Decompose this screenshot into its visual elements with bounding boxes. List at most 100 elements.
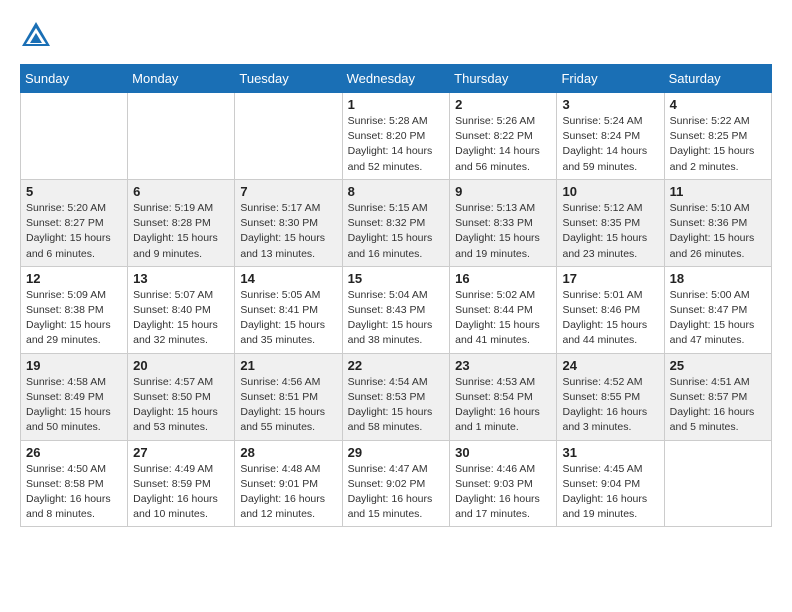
calendar-week-row: 26Sunrise: 4:50 AMSunset: 8:58 PMDayligh… <box>21 440 772 527</box>
calendar-cell: 28 Sunrise: 4:48 AMSunset: 9:01 PMDayligh… <box>235 440 342 527</box>
day-number: 27 <box>133 445 229 460</box>
weekday-header-wednesday: Wednesday <box>342 65 450 93</box>
day-info: Sunrise: 4:54 AMSunset: 8:53 PMDaylight:… <box>348 375 445 436</box>
day-number: 11 <box>670 184 766 199</box>
day-number: 22 <box>348 358 445 373</box>
calendar-cell: 10 Sunrise: 5:12 AMSunset: 8:35 PMDayligh… <box>557 179 664 266</box>
day-info: Sunrise: 4:56 AMSunset: 8:51 PMDaylight:… <box>240 375 336 436</box>
weekday-header-row: SundayMondayTuesdayWednesdayThursdayFrid… <box>21 65 772 93</box>
day-info: Sunrise: 4:49 AMSunset: 8:59 PMDaylight:… <box>133 462 229 523</box>
day-info: Sunrise: 5:09 AMSunset: 8:38 PMDaylight:… <box>26 288 122 349</box>
calendar-cell: 15Sunrise: 5:04 AMSunset: 8:43 PMDayligh… <box>342 266 450 353</box>
day-number: 21 <box>240 358 336 373</box>
calendar-cell: 2Sunrise: 5:26 AMSunset: 8:22 PMDaylight… <box>450 93 557 180</box>
logo <box>20 20 56 48</box>
calendar-cell: 16 Sunrise: 5:02 AMSunset: 8:44 PMDayligh… <box>450 266 557 353</box>
day-info: Sunrise: 4:53 AMSunset: 8:54 PMDaylight:… <box>455 375 551 436</box>
day-number: 18 <box>670 271 766 286</box>
day-info: Sunrise: 5:28 AMSunset: 8:20 PMDaylight:… <box>348 114 445 175</box>
day-number: 1 <box>348 97 445 112</box>
calendar-cell <box>664 440 771 527</box>
logo-icon <box>20 20 52 48</box>
calendar-cell: 18 Sunrise: 5:00 AMSunset: 8:47 PMDayligh… <box>664 266 771 353</box>
day-info: Sunrise: 4:48 AMSunset: 9:01 PMDaylight:… <box>240 462 336 523</box>
calendar-cell: 9 Sunrise: 5:13 AMSunset: 8:33 PMDaylight… <box>450 179 557 266</box>
day-info: Sunrise: 4:50 AMSunset: 8:58 PMDaylight:… <box>26 462 122 523</box>
day-info: Sunrise: 4:57 AMSunset: 8:50 PMDaylight:… <box>133 375 229 436</box>
calendar-cell: 19 Sunrise: 4:58 AMSunset: 8:49 PMDayligh… <box>21 353 128 440</box>
day-number: 17 <box>562 271 658 286</box>
day-info: Sunrise: 5:17 AMSunset: 8:30 PMDaylight:… <box>240 201 336 262</box>
day-number: 10 <box>562 184 658 199</box>
day-number: 3 <box>562 97 658 112</box>
day-number: 4 <box>670 97 766 112</box>
day-info: Sunrise: 5:07 AMSunset: 8:40 PMDaylight:… <box>133 288 229 349</box>
calendar-cell: 7 Sunrise: 5:17 AMSunset: 8:30 PMDaylight… <box>235 179 342 266</box>
day-info: Sunrise: 4:45 AMSunset: 9:04 PMDaylight:… <box>562 462 658 523</box>
day-info: Sunrise: 4:46 AMSunset: 9:03 PMDaylight:… <box>455 462 551 523</box>
day-number: 31 <box>562 445 658 460</box>
day-info: Sunrise: 5:13 AMSunset: 8:33 PMDaylight:… <box>455 201 551 262</box>
calendar-cell: 21 Sunrise: 4:56 AMSunset: 8:51 PMDayligh… <box>235 353 342 440</box>
calendar-week-row: 1 Sunrise: 5:28 AMSunset: 8:20 PMDaylight… <box>21 93 772 180</box>
calendar-week-row: 12 Sunrise: 5:09 AMSunset: 8:38 PMDayligh… <box>21 266 772 353</box>
calendar-cell <box>235 93 342 180</box>
day-number: 20 <box>133 358 229 373</box>
day-number: 9 <box>455 184 551 199</box>
calendar-cell: 12 Sunrise: 5:09 AMSunset: 8:38 PMDayligh… <box>21 266 128 353</box>
calendar-cell: 4Sunrise: 5:22 AMSunset: 8:25 PMDaylight… <box>664 93 771 180</box>
day-info: Sunrise: 5:20 AMSunset: 8:27 PMDaylight:… <box>26 201 122 262</box>
calendar-cell: 29Sunrise: 4:47 AMSunset: 9:02 PMDayligh… <box>342 440 450 527</box>
day-number: 14 <box>240 271 336 286</box>
day-info: Sunrise: 5:02 AMSunset: 8:44 PMDaylight:… <box>455 288 551 349</box>
day-number: 25 <box>670 358 766 373</box>
day-info: Sunrise: 5:15 AMSunset: 8:32 PMDaylight:… <box>348 201 445 262</box>
calendar-cell: 31 Sunrise: 4:45 AMSunset: 9:04 PMDayligh… <box>557 440 664 527</box>
day-number: 6 <box>133 184 229 199</box>
calendar-cell <box>21 93 128 180</box>
day-number: 30 <box>455 445 551 460</box>
day-number: 16 <box>455 271 551 286</box>
calendar-cell: 11 Sunrise: 5:10 AMSunset: 8:36 PMDayligh… <box>664 179 771 266</box>
weekday-header-sunday: Sunday <box>21 65 128 93</box>
calendar-cell: 6 Sunrise: 5:19 AMSunset: 8:28 PMDaylight… <box>128 179 235 266</box>
day-number: 7 <box>240 184 336 199</box>
day-info: Sunrise: 4:51 AMSunset: 8:57 PMDaylight:… <box>670 375 766 436</box>
calendar-table: SundayMondayTuesdayWednesdayThursdayFrid… <box>20 64 772 527</box>
weekday-header-friday: Friday <box>557 65 664 93</box>
calendar-cell: 13 Sunrise: 5:07 AMSunset: 8:40 PMDayligh… <box>128 266 235 353</box>
day-info: Sunrise: 4:52 AMSunset: 8:55 PMDaylight:… <box>562 375 658 436</box>
calendar-cell: 30 Sunrise: 4:46 AMSunset: 9:03 PMDayligh… <box>450 440 557 527</box>
calendar-cell: 23 Sunrise: 4:53 AMSunset: 8:54 PMDayligh… <box>450 353 557 440</box>
day-info: Sunrise: 5:24 AMSunset: 8:24 PMDaylight:… <box>562 114 658 175</box>
calendar-cell: 24 Sunrise: 4:52 AMSunset: 8:55 PMDayligh… <box>557 353 664 440</box>
calendar-cell <box>128 93 235 180</box>
day-number: 28 <box>240 445 336 460</box>
day-info: Sunrise: 5:10 AMSunset: 8:36 PMDaylight:… <box>670 201 766 262</box>
day-info: Sunrise: 5:00 AMSunset: 8:47 PMDaylight:… <box>670 288 766 349</box>
day-number: 2 <box>455 97 551 112</box>
day-number: 19 <box>26 358 122 373</box>
calendar-cell: 27 Sunrise: 4:49 AMSunset: 8:59 PMDayligh… <box>128 440 235 527</box>
day-info: Sunrise: 5:12 AMSunset: 8:35 PMDaylight:… <box>562 201 658 262</box>
calendar-week-row: 5 Sunrise: 5:20 AMSunset: 8:27 PMDaylight… <box>21 179 772 266</box>
day-number: 13 <box>133 271 229 286</box>
day-info: Sunrise: 5:19 AMSunset: 8:28 PMDaylight:… <box>133 201 229 262</box>
day-number: 8 <box>348 184 445 199</box>
day-number: 5 <box>26 184 122 199</box>
weekday-header-thursday: Thursday <box>450 65 557 93</box>
page-header <box>20 20 772 48</box>
day-info: Sunrise: 4:58 AMSunset: 8:49 PMDaylight:… <box>26 375 122 436</box>
calendar-cell: 22 Sunrise: 4:54 AMSunset: 8:53 PMDayligh… <box>342 353 450 440</box>
day-number: 15 <box>348 271 445 286</box>
day-info: Sunrise: 4:47 AMSunset: 9:02 PMDaylight:… <box>348 462 445 523</box>
day-number: 12 <box>26 271 122 286</box>
calendar-cell: 8 Sunrise: 5:15 AMSunset: 8:32 PMDaylight… <box>342 179 450 266</box>
calendar-cell: 5 Sunrise: 5:20 AMSunset: 8:27 PMDaylight… <box>21 179 128 266</box>
day-number: 23 <box>455 358 551 373</box>
calendar-cell: 17Sunrise: 5:01 AMSunset: 8:46 PMDayligh… <box>557 266 664 353</box>
calendar-week-row: 19 Sunrise: 4:58 AMSunset: 8:49 PMDayligh… <box>21 353 772 440</box>
day-number: 24 <box>562 358 658 373</box>
day-info: Sunrise: 5:05 AMSunset: 8:41 PMDaylight:… <box>240 288 336 349</box>
weekday-header-tuesday: Tuesday <box>235 65 342 93</box>
